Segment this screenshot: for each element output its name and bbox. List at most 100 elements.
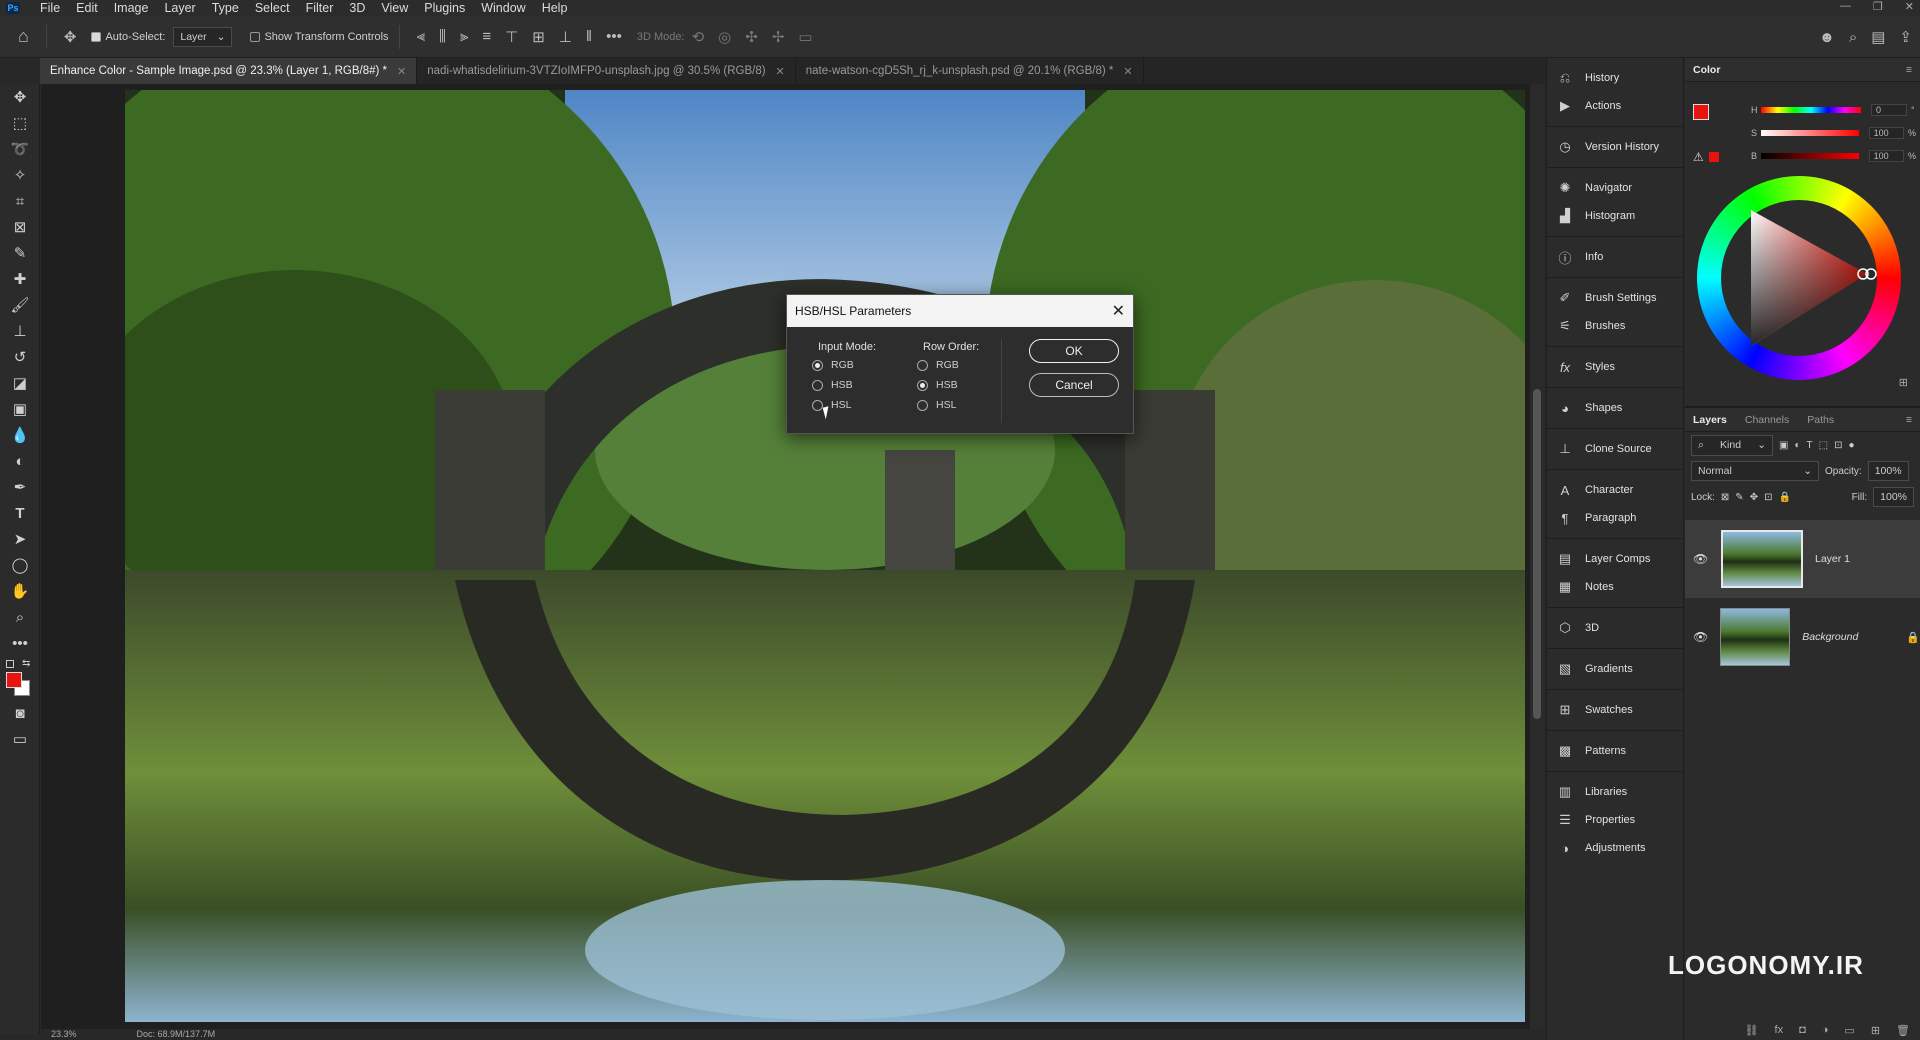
eye-icon[interactable]: 👁 (1693, 552, 1709, 566)
scrollbar-thumb[interactable] (1533, 389, 1541, 719)
menu-plugins[interactable]: Plugins (416, 1, 473, 15)
layer-name[interactable]: Layer 1 (1815, 553, 1850, 565)
brightness-track[interactable] (1760, 153, 1859, 159)
menu-select[interactable]: Select (247, 1, 298, 15)
magic-wand-tool-icon[interactable]: ✧ (0, 162, 40, 188)
radio-button[interactable] (917, 399, 928, 411)
move-tool-icon[interactable]: ✥ (64, 28, 77, 46)
layer-filter-dropdown[interactable]: ⌕ Kind ⌄ (1691, 434, 1773, 456)
vertical-scrollbar[interactable] (1530, 84, 1544, 1029)
more-icon[interactable]: ••• (606, 28, 622, 45)
panel-actions[interactable]: ▶ Actions (1547, 92, 1683, 120)
tab-channels[interactable]: Channels (1745, 414, 1789, 426)
roll-3d-icon[interactable]: ◎ (718, 28, 731, 46)
menu-file[interactable]: File (32, 1, 68, 15)
filter-toggle-icon[interactable]: ● (1848, 440, 1854, 451)
tab-nate[interactable]: nate-watson-cgD5Sh_rj_k-unsplash.psd @ 2… (796, 58, 1144, 84)
panel-version-history[interactable]: ◷ Version History (1547, 133, 1683, 161)
layer-row[interactable]: 👁 Background 🔒 (1685, 598, 1920, 676)
close-tab-icon[interactable]: ✕ (1123, 65, 1132, 78)
mask-icon[interactable]: ◘ (1799, 1024, 1806, 1040)
fill-field[interactable]: 100% (1873, 487, 1914, 507)
menu-3d[interactable]: 3D (341, 1, 373, 15)
radio-button[interactable] (812, 379, 823, 391)
pen-tool-icon[interactable]: ✒ (0, 474, 40, 500)
ok-button[interactable]: OK (1029, 339, 1119, 363)
healing-brush-tool-icon[interactable]: ✚ (0, 266, 40, 292)
lock-image-icon[interactable]: ✎ (1735, 492, 1743, 503)
new-layer-icon[interactable]: ⊞ (1871, 1024, 1880, 1040)
lock-all-icon[interactable]: 🔒 (1778, 492, 1790, 503)
panel-clone-source[interactable]: ⊥ Clone Source (1547, 435, 1683, 463)
orbit-3d-icon[interactable]: ⟲ (692, 28, 705, 46)
panel-layer-comps[interactable]: ▤ Layer Comps (1547, 545, 1683, 573)
align-center-icon[interactable]: ⫼ (439, 28, 446, 45)
filter-type-icon[interactable]: T (1807, 440, 1813, 451)
restore-icon[interactable]: ❐ (1873, 0, 1883, 13)
eraser-tool-icon[interactable]: ◪ (0, 370, 40, 396)
close-tab-icon[interactable]: ✕ (397, 65, 406, 78)
stamp-tool-icon[interactable]: ⊥ (0, 318, 40, 344)
slide-3d-icon[interactable]: ✢ (772, 28, 785, 46)
foreground-color-swatch[interactable] (6, 672, 22, 688)
menu-filter[interactable]: Filter (298, 1, 342, 15)
transform-option[interactable]: Show Transform Controls (250, 31, 389, 43)
more-tools-icon[interactable]: ••• (0, 630, 40, 656)
gradient-tool-icon[interactable]: ▣ (0, 396, 40, 422)
panel-patterns[interactable]: ▩ Patterns (1547, 737, 1683, 765)
distribute-vertical-icon[interactable]: ‖ (586, 28, 592, 45)
row-radio-hsl[interactable]: HSL (917, 399, 956, 411)
align-middle-icon[interactable]: ⊞ (532, 28, 545, 46)
opacity-field[interactable]: 100% (1867, 461, 1909, 481)
panel-styles[interactable]: fx Styles (1547, 353, 1683, 381)
input-radio-rgb[interactable]: RGB (812, 359, 854, 371)
lasso-tool-icon[interactable]: ➰ (0, 136, 40, 162)
link-icon[interactable]: ⛓ (1745, 1024, 1759, 1040)
align-top-icon[interactable]: ⊤ (505, 28, 518, 46)
gamut-swatch[interactable] (1709, 152, 1719, 162)
radio-button[interactable] (917, 359, 928, 371)
distribute-icon[interactable]: ≡ (482, 28, 491, 45)
menu-image[interactable]: Image (106, 1, 157, 15)
panel-brush-settings[interactable]: ✐ Brush Settings (1547, 284, 1683, 312)
transform-checkbox[interactable] (250, 31, 261, 42)
dodge-tool-icon[interactable]: ◐ (0, 448, 40, 474)
panel-navigator[interactable]: ✺ Navigator (1547, 174, 1683, 202)
color-panel-title[interactable]: Color (1693, 64, 1720, 76)
layer-thumbnail[interactable] (1721, 530, 1803, 588)
crop-tool-icon[interactable]: ⌗ (0, 188, 40, 214)
menu-edit[interactable]: Edit (68, 1, 106, 15)
auto-select-option[interactable]: Auto-Select: (91, 31, 165, 43)
zoom-level[interactable]: 23.3% (51, 1029, 77, 1040)
tab-nadi[interactable]: nadi-whatisdelirium-3VTZIoIMFP0-unsplash… (417, 58, 796, 84)
panel-info[interactable]: ⓘ Info (1547, 243, 1683, 271)
swap-colors-icon[interactable]: ⇆ (22, 658, 30, 669)
panel-shapes[interactable]: ◕ Shapes (1547, 394, 1683, 422)
color-triangle[interactable] (1721, 200, 1881, 356)
tab-paths[interactable]: Paths (1807, 414, 1834, 426)
saturation-slider[interactable]: S 100 % (1751, 126, 1916, 140)
close-tab-icon[interactable]: ✕ (776, 65, 785, 78)
panel-3d[interactable]: ⬡ 3D (1547, 614, 1683, 642)
panel-history[interactable]: ⎌ History (1547, 64, 1683, 92)
blend-mode-dropdown[interactable]: Normal ⌄ (1691, 461, 1819, 481)
close-icon[interactable]: ✕ (1112, 301, 1125, 321)
align-left-icon[interactable]: ⫷ (417, 28, 425, 45)
panel-brushes[interactable]: ⚟ Brushes (1547, 312, 1683, 340)
menu-layer[interactable]: Layer (156, 1, 203, 15)
default-colors-icon[interactable] (6, 660, 14, 668)
panel-libraries[interactable]: ▥ Libraries (1547, 778, 1683, 806)
expand-icon[interactable]: ⊞ (1899, 376, 1908, 389)
hue-slider[interactable]: H 0 ° (1751, 103, 1916, 117)
eyedropper-tool-icon[interactable]: ✎ (0, 240, 40, 266)
saturation-track[interactable] (1760, 130, 1859, 136)
lock-transparent-icon[interactable]: ⊠ (1721, 492, 1729, 503)
saturation-value[interactable]: 100 (1868, 127, 1904, 139)
filter-shape-icon[interactable]: ⬚ (1819, 440, 1828, 451)
panel-swatches[interactable]: ⊞ Swatches (1547, 696, 1683, 724)
tab-layers[interactable]: Layers (1693, 414, 1727, 426)
workspace-icon[interactable]: ▤ (1871, 28, 1885, 46)
menu-window[interactable]: Window (473, 1, 533, 15)
share-user-icon[interactable]: ☻ (1819, 29, 1835, 46)
panel-menu-icon[interactable]: ≡ (1906, 414, 1912, 426)
